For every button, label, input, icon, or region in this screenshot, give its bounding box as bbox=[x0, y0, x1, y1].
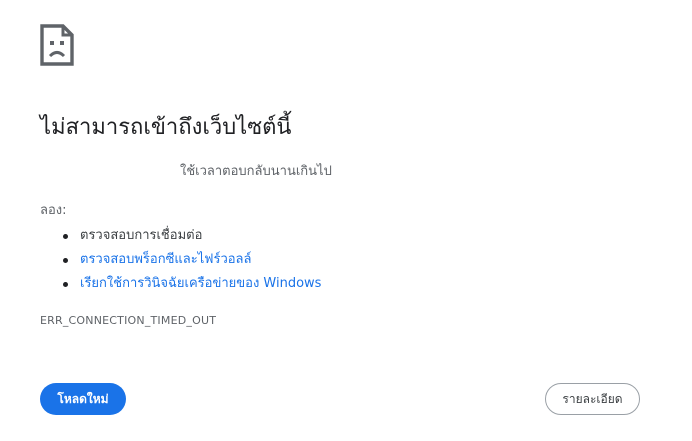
run-network-diagnostics-link[interactable]: เรียกใช้การวินิจฉัยเครือข่ายของ Windows bbox=[80, 276, 321, 291]
try-label: ลอง: bbox=[40, 203, 67, 218]
reload-button[interactable]: โหลดใหม่ bbox=[40, 383, 126, 415]
error-code: ERR_CONNECTION_TIMED_OUT bbox=[40, 314, 217, 327]
page-title: ไม่สามารถเข้าถึงเว็บไซต์นี้ bbox=[40, 115, 292, 140]
suggestion-list: ตรวจสอบการเชื่อมต่อ ตรวจสอบพร็อกซีและไฟร… bbox=[40, 224, 321, 296]
check-proxy-firewall-link[interactable]: ตรวจสอบพร็อกซีและไฟร์วอลล์ bbox=[80, 252, 251, 267]
error-page: ไม่สามารถเข้าถึงเว็บไซต์นี้ ใช้เวลาตอบกล… bbox=[0, 0, 692, 441]
suggestion-network-diagnostics-item: เรียกใช้การวินิจฉัยเครือข่ายของ Windows bbox=[62, 272, 321, 296]
sad-page-icon bbox=[40, 24, 74, 66]
suggestion-check-connection: ตรวจสอบการเชื่อมต่อ bbox=[62, 224, 321, 248]
error-subtitle: ใช้เวลาตอบกลับนานเกินไป bbox=[180, 164, 332, 179]
suggestion-check-proxy-item: ตรวจสอบพร็อกซีและไฟร์วอลล์ bbox=[62, 248, 321, 272]
details-button[interactable]: รายละเอียด bbox=[545, 383, 640, 415]
